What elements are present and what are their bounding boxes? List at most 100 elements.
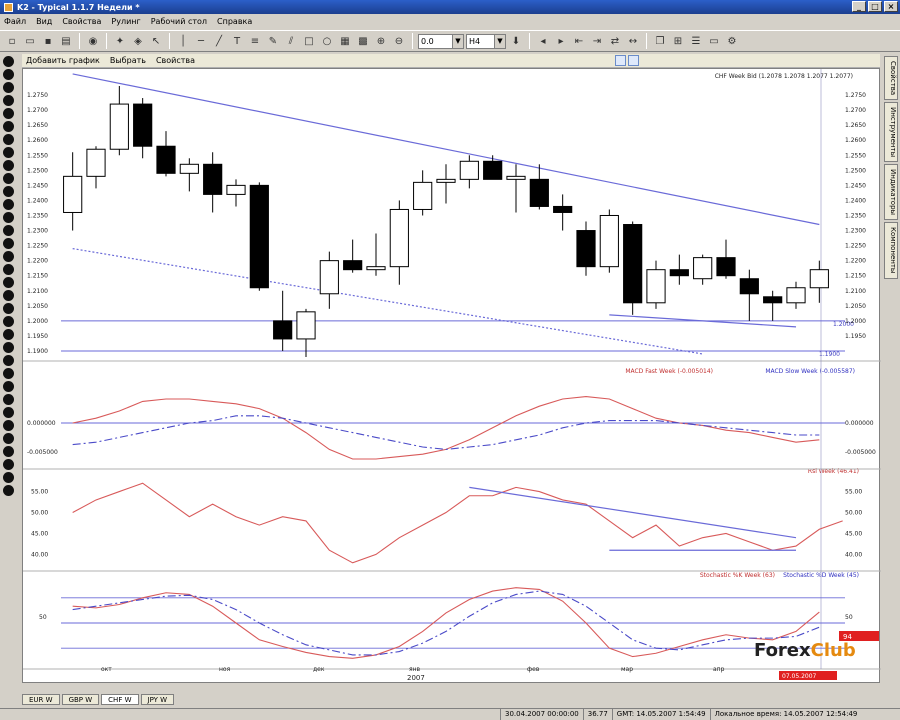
cursor-icon[interactable]: ↖ — [148, 33, 164, 49]
object-marker-icon[interactable] — [3, 108, 14, 119]
menu-properties[interactable]: Свойства — [62, 17, 101, 26]
fibonacci-icon[interactable]: ≡ — [247, 33, 263, 49]
candle[interactable] — [459, 160, 479, 180]
open-folder-icon[interactable]: ▭ — [22, 33, 38, 49]
scroll-left-icon[interactable]: ◂ — [535, 33, 551, 49]
object-marker-icon[interactable] — [3, 199, 14, 210]
candle[interactable] — [576, 230, 596, 268]
scroll-start-icon[interactable]: ⇤ — [571, 33, 587, 49]
candle[interactable] — [86, 148, 106, 177]
channel-icon[interactable]: ⫽ — [283, 33, 299, 49]
rsi-trendline[interactable] — [469, 486, 797, 539]
object-marker-icon[interactable] — [3, 160, 14, 171]
candle[interactable] — [273, 320, 293, 340]
vertical-line-icon[interactable]: │ — [175, 33, 191, 49]
text-tool-icon[interactable]: T — [229, 33, 245, 49]
menu-file[interactable]: Файл — [4, 17, 26, 26]
candle[interactable] — [693, 257, 713, 280]
chart-area[interactable]: CHF Week Bid (1.2078 1.2078 1.2077 1.207… — [22, 68, 881, 683]
object-marker-icon[interactable] — [3, 186, 14, 197]
object-marker-icon[interactable] — [3, 251, 14, 262]
new-icon[interactable]: ▫ — [4, 33, 20, 49]
chevron-down-icon[interactable]: ▼ — [452, 34, 463, 48]
object-marker-icon[interactable] — [3, 459, 14, 470]
object-marker-icon[interactable] — [3, 277, 14, 288]
candle[interactable] — [226, 184, 246, 195]
maximize-button[interactable]: □ — [868, 1, 882, 12]
candle[interactable] — [109, 103, 129, 150]
object-marker-icon[interactable] — [3, 381, 14, 392]
window-cascade-icon[interactable]: ❐ — [652, 33, 668, 49]
zoom-in-icon[interactable]: ⊕ — [373, 33, 389, 49]
pencil-icon[interactable]: ✎ — [265, 33, 281, 49]
candle[interactable] — [413, 181, 433, 210]
candle[interactable] — [343, 260, 363, 271]
add-chart-button[interactable]: Добавить график — [26, 56, 100, 65]
palette-icon[interactable]: ◈ — [130, 33, 146, 49]
candle[interactable] — [296, 311, 316, 340]
object-marker-icon[interactable] — [3, 394, 14, 405]
select-button[interactable]: Выбрать — [110, 56, 146, 65]
tab-eur-w[interactable]: EUR W — [22, 694, 60, 705]
candle[interactable] — [646, 269, 666, 304]
candle[interactable] — [203, 163, 223, 195]
tab-jpy-w[interactable]: JPY W — [140, 694, 175, 705]
shift-icon[interactable]: ↔ — [625, 33, 641, 49]
tab-indicators[interactable]: Индикаторы — [884, 164, 898, 221]
candle[interactable] — [786, 287, 806, 304]
object-marker-icon[interactable] — [3, 225, 14, 236]
tools-icon[interactable]: ✦ — [112, 33, 128, 49]
object-marker-icon[interactable] — [3, 433, 14, 444]
candle[interactable] — [133, 103, 153, 147]
menu-help[interactable]: Справка — [217, 17, 252, 26]
window-tile-icon[interactable]: ⊞ — [670, 33, 686, 49]
close-button[interactable]: × — [884, 1, 898, 12]
object-marker-icon[interactable] — [3, 420, 14, 431]
tab-chf-w[interactable]: CHF W — [101, 694, 139, 705]
candle[interactable] — [623, 224, 643, 304]
object-marker-icon[interactable] — [3, 290, 14, 301]
object-marker-icon[interactable] — [3, 355, 14, 366]
candle[interactable] — [156, 145, 176, 174]
candle[interactable] — [716, 257, 736, 277]
candle[interactable] — [249, 184, 269, 289]
chart-scroll-forward-icon[interactable] — [628, 55, 640, 66]
object-marker-icon[interactable] — [3, 134, 14, 145]
zoom-out-icon[interactable]: ⊖ — [391, 33, 407, 49]
object-marker-icon[interactable] — [3, 147, 14, 158]
step-combo[interactable]: 0.0 ▼ — [418, 33, 464, 49]
candle[interactable] — [179, 163, 199, 174]
candle[interactable] — [763, 296, 783, 304]
object-marker-icon[interactable] — [3, 95, 14, 106]
candle[interactable] — [553, 205, 573, 213]
menu-ruling[interactable]: Рулинг — [111, 17, 140, 26]
candle[interactable] — [529, 178, 549, 207]
save-icon[interactable]: ▪ — [40, 33, 56, 49]
scroll-right-icon[interactable]: ▸ — [553, 33, 569, 49]
globe-icon[interactable]: ◉ — [85, 33, 101, 49]
tab-components[interactable]: Компоненты — [884, 222, 898, 279]
object-marker-icon[interactable] — [3, 212, 14, 223]
candle[interactable] — [63, 175, 83, 213]
menu-desktop[interactable]: Рабочий стол — [151, 17, 207, 26]
window-list-icon[interactable]: ☰ — [688, 33, 704, 49]
object-marker-icon[interactable] — [3, 264, 14, 275]
object-marker-icon[interactable] — [3, 303, 14, 314]
tab-gbp-w[interactable]: GBP W — [61, 694, 100, 705]
horizontal-line-icon[interactable]: ─ — [193, 33, 209, 49]
object-marker-icon[interactable] — [3, 69, 14, 80]
download-icon[interactable]: ⬇ — [508, 33, 524, 49]
candle[interactable] — [483, 160, 503, 180]
autoscroll-icon[interactable]: ⇄ — [607, 33, 623, 49]
grid-icon[interactable]: ▩ — [355, 33, 371, 49]
object-marker-icon[interactable] — [3, 472, 14, 483]
object-marker-icon[interactable] — [3, 368, 14, 379]
tab-properties[interactable]: Свойства — [884, 56, 898, 101]
object-marker-icon[interactable] — [3, 121, 14, 132]
candle[interactable] — [599, 214, 619, 268]
object-marker-icon[interactable] — [3, 56, 14, 67]
trendline-icon[interactable]: ╱ — [211, 33, 227, 49]
candle[interactable] — [319, 260, 339, 295]
object-marker-icon[interactable] — [3, 316, 14, 327]
scroll-end-icon[interactable]: ⇥ — [589, 33, 605, 49]
